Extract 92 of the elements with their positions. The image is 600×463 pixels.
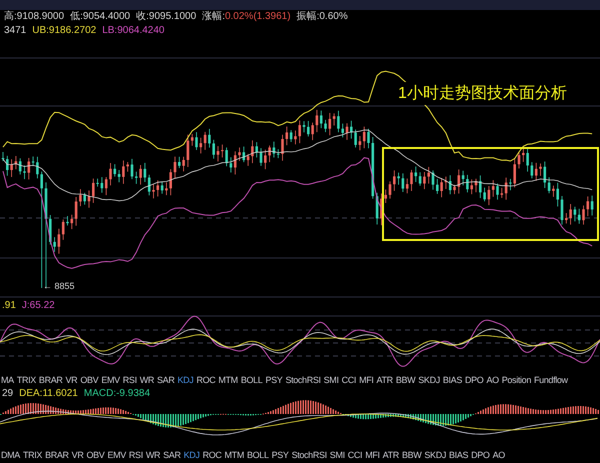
indicator-tab[interactable]: ATR <box>376 372 393 388</box>
candle <box>23 164 26 180</box>
stat-value: 高:9108.9000 <box>4 10 64 24</box>
indicator-tab[interactable]: MTM <box>218 372 238 388</box>
indicator-value: DEA:11.6021 <box>19 388 78 400</box>
indicator-tab[interactable]: Fundflow <box>534 372 568 388</box>
indicator-tab[interactable]: VR <box>72 448 84 463</box>
candle <box>2 152 4 162</box>
indicator-tab[interactable]: EMV <box>107 448 126 463</box>
indicator-tab[interactable]: DPO <box>471 448 490 463</box>
indicator-tab[interactable]: VR <box>66 372 78 388</box>
candle <box>281 134 284 162</box>
candle <box>539 163 542 176</box>
indicator-tab[interactable]: BRAR <box>38 372 63 388</box>
candle <box>195 132 198 150</box>
candle <box>560 196 564 226</box>
stat-value: 涨幅:0.02%(1.3961) <box>202 10 291 24</box>
indicator-tab[interactable]: CCI <box>348 448 362 463</box>
indicator-tab[interactable]: RSI <box>122 372 137 388</box>
indicator-value: MACD:-9.9384 <box>84 388 150 400</box>
indicator-tab[interactable]: ROC <box>202 448 222 463</box>
indicator-tab[interactable]: OBV <box>80 372 98 388</box>
candle <box>174 156 176 179</box>
indicator-tab[interactable]: Position <box>502 372 531 388</box>
candle <box>260 148 262 166</box>
indicator-tab[interactable]: EMV <box>101 372 120 388</box>
indicator-tab[interactable]: WR <box>146 448 160 463</box>
indicator-tab[interactable]: KDJ <box>177 372 194 388</box>
annotation-label: 1小时走势图技术面分析 <box>396 82 569 105</box>
candle <box>453 184 456 194</box>
indicator-value: 3471 <box>4 24 26 38</box>
candle <box>432 170 434 190</box>
candle <box>474 178 478 193</box>
stat-value: 收:9095.1000 <box>136 10 196 24</box>
indicator-tab[interactable]: DPO <box>464 372 484 388</box>
indicator-tab[interactable]: SAR <box>157 372 174 388</box>
indicator-tab[interactable]: StochRSI <box>285 372 321 388</box>
indicator-value: LB:9064.4240 <box>102 24 164 38</box>
indicator-tab[interactable]: BBW <box>402 448 422 463</box>
indicator-tab[interactable]: TRIX <box>22 448 42 463</box>
stat-value: 振幅:0.60% <box>296 10 348 24</box>
indicator-tab[interactable]: OBV <box>86 448 104 463</box>
candle <box>216 146 220 162</box>
candle <box>152 184 155 199</box>
candle <box>130 158 134 180</box>
indicator-tab[interactable]: BRAR <box>45 448 69 463</box>
indicator-value: 29 <box>2 388 14 400</box>
indicator-tab[interactable]: MA <box>1 372 14 388</box>
candle <box>388 180 392 199</box>
indicator-tab[interactable]: KDJ <box>184 448 200 463</box>
indicator-tab[interactable]: SKDJ <box>424 448 446 463</box>
low-price-marker: ← 8855 <box>43 281 75 291</box>
indicator-tab[interactable]: StochRSI <box>292 448 327 463</box>
indicator-tab[interactable]: MFI <box>365 448 380 463</box>
indicator-tab[interactable]: SKDJ <box>418 372 440 388</box>
indicator-tab[interactable]: BIAS <box>442 372 462 388</box>
indicator-tab[interactable]: AO <box>492 448 505 463</box>
indicator-tab[interactable]: SAR <box>163 448 181 463</box>
candle <box>238 147 241 162</box>
indicator-tab[interactable]: BOLL <box>240 372 262 388</box>
candle <box>109 162 112 186</box>
indicator-value: .91 <box>2 300 16 312</box>
candle <box>66 216 69 226</box>
indicator-tab[interactable]: MTM <box>224 448 244 463</box>
candle <box>582 205 585 226</box>
indicator-tab[interactable]: ROC <box>196 372 216 388</box>
indicator-tab[interactable]: WR <box>140 372 154 388</box>
candle <box>302 120 306 133</box>
indicator-tab[interactable]: RSI <box>128 448 143 463</box>
indicator-value: J:65.22 <box>22 300 55 312</box>
indicator-tab[interactable]: ATR <box>382 448 399 463</box>
indicator-tab[interactable]: SMI <box>324 372 339 388</box>
indicator-tab[interactable]: TRIX <box>16 372 36 388</box>
indicator-tab[interactable]: PSY <box>272 448 289 463</box>
indicator-tab[interactable]: CCI <box>342 372 356 388</box>
candle <box>88 190 90 208</box>
indicator-tab[interactable]: BIAS <box>449 448 468 463</box>
stat-value: 低:9054.4000 <box>70 10 130 24</box>
indicator-tab[interactable]: AO <box>486 372 499 388</box>
indicator-tab[interactable]: MFI <box>359 372 374 388</box>
indicator-tab[interactable]: BOLL <box>246 448 269 463</box>
candle <box>518 152 520 169</box>
indicator-tab[interactable]: BBW <box>396 372 416 388</box>
candle <box>367 128 370 149</box>
indicator-tab[interactable]: PSY <box>265 372 282 388</box>
candle <box>346 122 348 140</box>
candle <box>496 183 499 200</box>
indicator-value: UB:9186.2702 <box>32 24 96 38</box>
indicator-tab[interactable]: SMI <box>330 448 345 463</box>
candle <box>324 119 327 133</box>
candle <box>410 169 413 192</box>
indicator-tab[interactable]: DMA <box>1 448 20 463</box>
